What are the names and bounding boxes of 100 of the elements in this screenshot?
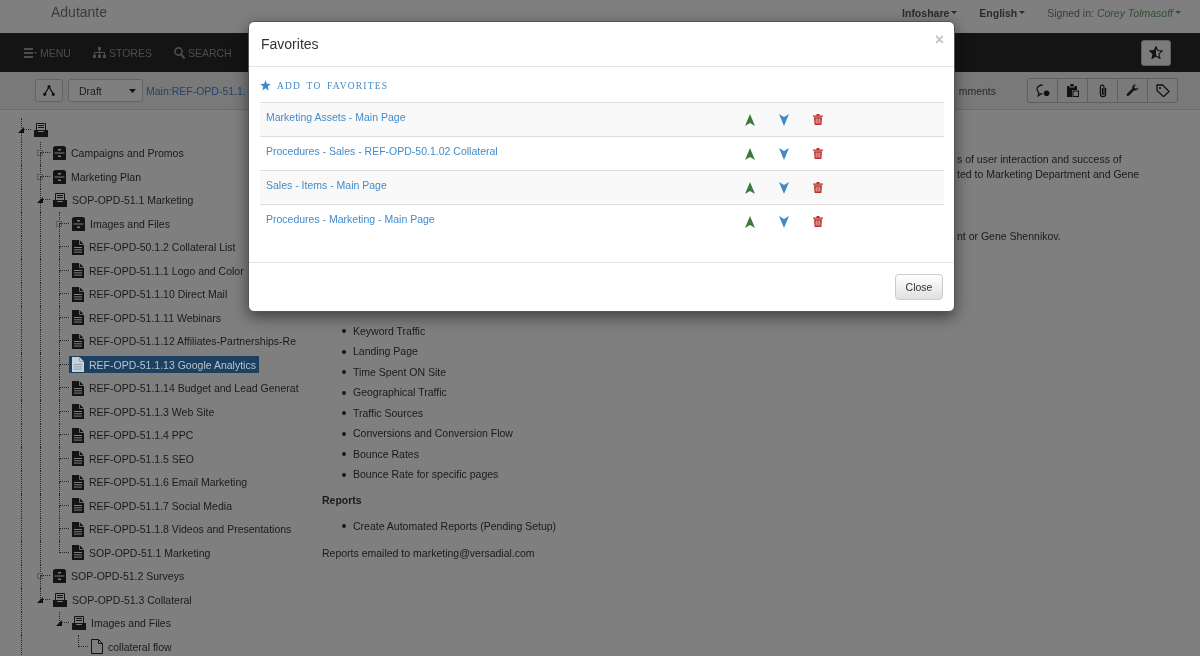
add-to-favorites-link[interactable]: ADD TO FAVORITES [260,80,389,91]
favorite-link[interactable]: Sales - Items - Main Page [266,179,387,191]
document-icon [72,451,84,467]
tree-item[interactable]: REF-OPD-51.1.6 Email Marketing [69,473,251,491]
document-icon [72,521,84,537]
branch-icon [43,85,55,96]
trash-icon[interactable] [813,148,823,159]
list-item-text: Landing Page [353,344,418,360]
tree-item[interactable]: Images and Files [69,614,174,632]
collapse-arrow-icon[interactable] [18,126,24,133]
favorite-link[interactable]: Procedures - Marketing - Main Page [266,213,435,225]
tree-item[interactable] [31,121,51,139]
cabinet-icon [53,569,66,584]
document-icon [72,357,84,373]
search-icon [173,46,185,59]
favorite-link[interactable]: Procedures - Sales - REF-OPD-50.1.02 Collateral [266,145,498,157]
tree-item[interactable]: collateral flow [88,638,175,656]
comments-link[interactable]: mments [958,84,996,97]
tree-item[interactable]: REF-OPD-51.1.8 Videos and Presentations [69,520,295,538]
comment-button[interactable] [1027,78,1058,103]
list-item-text: Time Spent ON Site [353,364,446,380]
tray-icon [34,122,48,137]
bullet-icon [342,472,346,477]
collapse-arrow-icon[interactable] [37,596,43,603]
dropdown-menu[interactable]: Infoshare [902,6,958,19]
document-icon [72,380,84,396]
brand-name[interactable]: Adutante [51,4,108,21]
favorite-link[interactable]: Marketing Assets - Main Page [266,111,406,123]
nav-link[interactable]: MENU [24,46,71,59]
bullet-icon [342,452,346,457]
tree-item[interactable]: REF-OPD-51.1.4 PPC [69,426,197,444]
expand-box-icon[interactable] [56,220,62,227]
caret-icon [1019,11,1026,14]
bullet-icon [342,329,346,334]
document-icon [72,404,84,420]
paragraph-text: s of user interaction and success of ted to Marketing Department and Gene [957,152,1140,182]
page-link[interactable]: Main:REF-OPD-51.1. [146,84,246,97]
tree-item[interactable]: REF-OPD-51.1.7 Social Media [69,497,235,515]
expand-box-icon[interactable] [37,573,43,580]
arrow-down-icon[interactable] [779,114,789,126]
tree-item[interactable]: REF-OPD-51.1.3 Web Site [69,403,218,421]
collapse-arrow-icon[interactable] [56,620,62,627]
close-dialog-button[interactable]: Close [895,274,943,300]
arrow-up-icon[interactable] [745,182,755,194]
tree-item[interactable]: Images and Files [69,215,173,233]
favorites-button[interactable] [1141,39,1171,66]
tree-item[interactable]: Campaigns and Promos [50,144,187,162]
user-menu[interactable]: Corey Tolmasoff [1096,6,1181,19]
paragraph-text: Reports emailed to marketing@versadial.com [322,545,535,561]
arrow-down-icon[interactable] [779,216,789,228]
caret-icon [129,88,136,93]
tree-item[interactable]: REF-OPD-51.1.5 SEO [69,450,198,468]
star-icon [1149,46,1163,59]
tree-item[interactable]: SOP-OPD-51.1 Marketing [69,544,214,562]
attachment-button[interactable] [1087,78,1118,103]
tag-button[interactable] [1147,78,1178,103]
tree-item[interactable]: REF-OPD-51.1.12 Affiliates-Partnerships-Re [69,332,299,350]
list-item-text: Keyword Traffic [353,323,426,339]
document-icon [72,263,84,279]
comment-icon [1035,84,1050,97]
tray-icon [53,193,67,208]
tree-item[interactable]: SOP-OPD-51.1 Marketing [50,191,197,209]
document-icon [72,286,84,302]
wrench-button[interactable] [1117,78,1148,103]
arrow-up-icon[interactable] [745,148,755,160]
arrow-up-icon[interactable] [745,216,755,228]
tree-item[interactable]: REF-OPD-51.1.1 Logo and Color [69,262,247,280]
caret-icon [1175,11,1181,14]
trash-icon[interactable] [813,216,823,227]
list-item-text: Traffic Sources [353,405,424,421]
hierarchy-button[interactable] [35,79,63,102]
arrow-down-icon[interactable] [779,182,789,194]
tree-item[interactable]: REF-OPD-51.1.13 Google Analytics [69,356,259,374]
tray-icon [53,592,67,607]
bullet-icon [342,349,346,354]
bullet-icon [342,431,346,436]
tree-item[interactable]: REF-OPD-51.1.11 Webinars [69,309,225,327]
bullet-icon [342,370,346,375]
tree-item[interactable]: REF-OPD-51.1.14 Budget and Lead Generat [69,379,302,397]
tree-item[interactable]: REF-OPD-50.1.2 Collateral List [69,238,239,256]
expand-box-icon[interactable] [37,150,43,157]
tree-item[interactable]: SOP-OPD-51.3 Collateral [50,591,195,609]
document-icon [72,239,84,255]
clipboard-button[interactable] [1057,78,1088,103]
tree-item[interactable]: REF-OPD-51.1.10 Direct Mail [69,285,231,303]
list-item-text: Geographical Traffic [353,385,447,401]
tree-item[interactable]: SOP-OPD-51.2 Surveys [50,567,188,585]
trash-icon[interactable] [813,182,823,193]
tree-item[interactable]: Marketing Plan [50,168,145,186]
collapse-arrow-icon[interactable] [37,197,43,204]
trash-icon[interactable] [813,114,823,125]
dropdown-menu[interactable]: English [979,6,1026,19]
status-select[interactable]: Draft [68,79,143,102]
arrow-up-icon[interactable] [745,114,755,126]
document-icon [72,427,84,443]
expand-box-icon[interactable] [37,173,43,180]
caret-icon [951,11,958,14]
tag-icon [1155,84,1170,97]
arrow-down-icon[interactable] [779,148,789,160]
list-item-text: Bounce Rate for specific pages [353,467,499,483]
